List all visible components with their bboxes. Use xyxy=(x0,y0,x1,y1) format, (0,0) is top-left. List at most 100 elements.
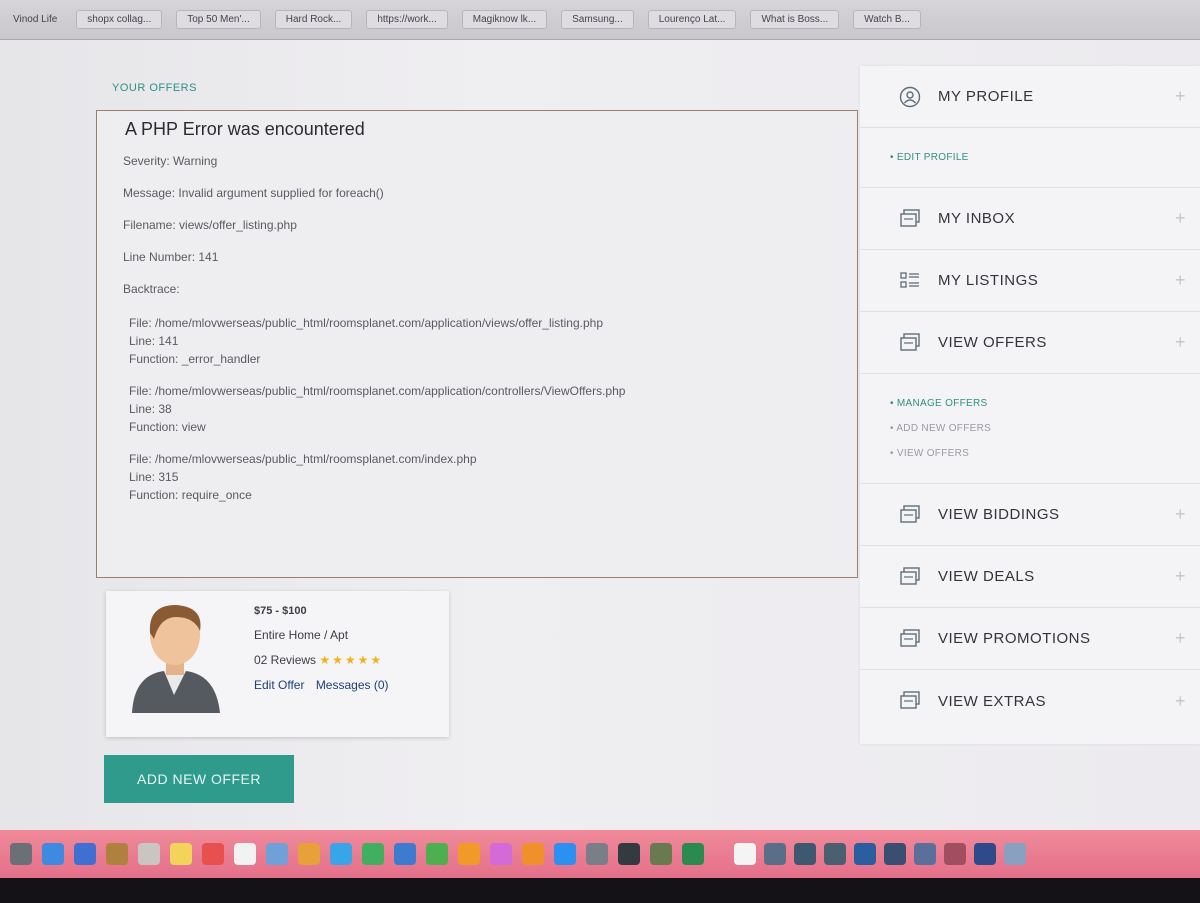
file-icon-9[interactable] xyxy=(1004,843,1026,865)
submenu-edit-profile[interactable]: EDIT PROFILE xyxy=(890,152,1200,163)
contacts-icon[interactable] xyxy=(138,843,160,865)
expand-plus-icon[interactable]: + xyxy=(1175,691,1186,712)
reminders-icon[interactable] xyxy=(234,843,256,865)
sidebar-item-view-biddings[interactable]: VIEW BIDDINGS + xyxy=(860,484,1200,546)
trace-function: Function: require_once xyxy=(129,488,252,502)
bookmark-item[interactable]: Samsung... xyxy=(561,10,634,29)
add-new-offer-button[interactable]: ADD NEW OFFER xyxy=(104,755,294,803)
sidebar-item-label: VIEW OFFERS xyxy=(938,334,1047,351)
offer-type: Entire Home / Apt xyxy=(254,628,349,642)
avatar xyxy=(124,595,224,713)
offers-icon xyxy=(898,332,922,354)
stickies-icon[interactable] xyxy=(170,843,192,865)
system-prefs-icon[interactable] xyxy=(586,843,608,865)
notes-icon[interactable] xyxy=(106,843,128,865)
file-icon-3[interactable] xyxy=(824,843,846,865)
trace-function: Function: view xyxy=(129,420,206,434)
submenu-view-offers[interactable]: VIEW OFFERS xyxy=(890,448,1200,459)
submenu-manage-offers[interactable]: MANAGE OFFERS xyxy=(890,398,1200,409)
finder-icon[interactable] xyxy=(10,843,32,865)
itunes-icon[interactable] xyxy=(490,843,512,865)
promotions-icon xyxy=(898,628,922,650)
reviews-count: 02 Reviews xyxy=(254,653,317,667)
desk-edge xyxy=(0,878,1200,903)
messages-icon[interactable] xyxy=(330,843,352,865)
trace-block: File: /home/mlovwerseas/public_html/room… xyxy=(129,382,831,436)
terminal-icon[interactable] xyxy=(618,843,640,865)
bookmark-item[interactable]: shopx collag... xyxy=(76,10,163,29)
trace-file: File: /home/mlovwerseas/public_html/room… xyxy=(129,384,626,398)
bookmark-item[interactable]: Lourenço Lat... xyxy=(647,10,737,29)
bookmark-item[interactable]: Vinod Life xyxy=(8,10,62,29)
error-filename: Filename: views/offer_listing.php xyxy=(123,218,297,232)
file-icon-7[interactable] xyxy=(944,843,966,865)
trace-line: Line: 141 xyxy=(129,334,179,348)
appstore-icon[interactable] xyxy=(554,843,576,865)
bookmark-item[interactable]: Watch B... xyxy=(853,10,921,29)
file-icon-1[interactable] xyxy=(764,843,786,865)
ibooks-icon[interactable] xyxy=(522,843,544,865)
photos-icon[interactable] xyxy=(298,843,320,865)
expand-plus-icon[interactable]: + xyxy=(1175,86,1186,107)
chess-icon[interactable] xyxy=(650,843,672,865)
file-icon-6[interactable] xyxy=(914,843,936,865)
error-backtrace-label: Backtrace: xyxy=(123,282,180,296)
expand-plus-icon[interactable]: + xyxy=(1175,566,1186,587)
sidebar-item-label: VIEW PROMOTIONS xyxy=(938,630,1091,647)
offers-submenu: MANAGE OFFERS ADD NEW OFFERS VIEW OFFERS xyxy=(860,374,1200,484)
sidebar-item-my-listings[interactable]: MY LISTINGS + xyxy=(860,250,1200,312)
profile-submenu: EDIT PROFILE xyxy=(860,128,1200,188)
inbox-icon xyxy=(898,208,922,230)
submenu-add-new-offers[interactable]: ADD NEW OFFERS xyxy=(890,423,1200,434)
bookmarks-bar: Vinod Life shopx collag... Top 50 Men'... H… xyxy=(0,0,1200,40)
offer-price: $75 - $100 xyxy=(254,605,307,617)
messages-link[interactable]: Messages (0) xyxy=(316,678,389,692)
php-error-box: A PHP Error was encountered Severity: Wa… xyxy=(96,110,858,578)
trace-line: Line: 315 xyxy=(129,470,179,484)
trace-line: Line: 38 xyxy=(129,402,172,416)
mail-icon[interactable] xyxy=(74,843,96,865)
edit-offer-link[interactable]: Edit Offer xyxy=(254,678,304,692)
preview-icon[interactable] xyxy=(266,843,288,865)
sidebar-item-view-offers[interactable]: VIEW OFFERS + xyxy=(860,312,1200,374)
sidebar: MY PROFILE + EDIT PROFILE MY INBOX + MY … xyxy=(860,66,1200,744)
bookmark-item[interactable]: What is Boss... xyxy=(750,10,840,29)
bookmark-item[interactable]: https://work... xyxy=(366,10,448,29)
star-rating: ★★★★★ xyxy=(319,653,384,667)
expand-plus-icon[interactable]: + xyxy=(1175,270,1186,291)
expand-plus-icon[interactable]: + xyxy=(1175,332,1186,353)
sidebar-item-label: VIEW DEALS xyxy=(938,568,1035,585)
safari-icon[interactable] xyxy=(42,843,64,865)
sidebar-item-view-deals[interactable]: VIEW DEALS + xyxy=(860,546,1200,608)
trace-file: File: /home/mlovwerseas/public_html/room… xyxy=(129,452,477,466)
offer-card: $75 - $100 Entire Home / Apt 02 Reviews … xyxy=(106,591,449,737)
numbers-icon[interactable] xyxy=(426,843,448,865)
bookmark-item[interactable]: Top 50 Men'... xyxy=(176,10,261,29)
file-icon-8[interactable] xyxy=(974,843,996,865)
bookmark-item[interactable]: Hard Rock... xyxy=(274,10,353,29)
expand-plus-icon[interactable]: + xyxy=(1175,628,1186,649)
pages-icon[interactable] xyxy=(458,843,480,865)
deals-icon xyxy=(898,566,922,588)
sidebar-item-label: MY INBOX xyxy=(938,210,1016,227)
doc-icon[interactable] xyxy=(734,843,756,865)
sidebar-item-view-promotions[interactable]: VIEW PROMOTIONS + xyxy=(860,608,1200,670)
facetime-icon[interactable] xyxy=(362,843,384,865)
list-grid-icon xyxy=(898,270,922,292)
sidebar-item-my-profile[interactable]: MY PROFILE + xyxy=(860,66,1200,128)
sidebar-item-view-extras[interactable]: VIEW EXTRAS + xyxy=(860,670,1200,732)
file-icon-2[interactable] xyxy=(794,843,816,865)
user-circle-icon xyxy=(898,86,922,108)
file-icon-4[interactable] xyxy=(854,843,876,865)
bookmark-item[interactable]: Magiknow lk... xyxy=(461,10,548,29)
file-icon-5[interactable] xyxy=(884,843,906,865)
trace-function: Function: _error_handler xyxy=(129,352,261,366)
money-icon[interactable] xyxy=(682,843,704,865)
sidebar-item-label: VIEW BIDDINGS xyxy=(938,506,1060,523)
offer-info: $75 - $100 Entire Home / Apt 02 Reviews … xyxy=(254,605,397,703)
calendar-icon[interactable] xyxy=(202,843,224,865)
sidebar-item-my-inbox[interactable]: MY INBOX + xyxy=(860,188,1200,250)
expand-plus-icon[interactable]: + xyxy=(1175,504,1186,525)
keynote-icon[interactable] xyxy=(394,843,416,865)
expand-plus-icon[interactable]: + xyxy=(1175,208,1186,229)
